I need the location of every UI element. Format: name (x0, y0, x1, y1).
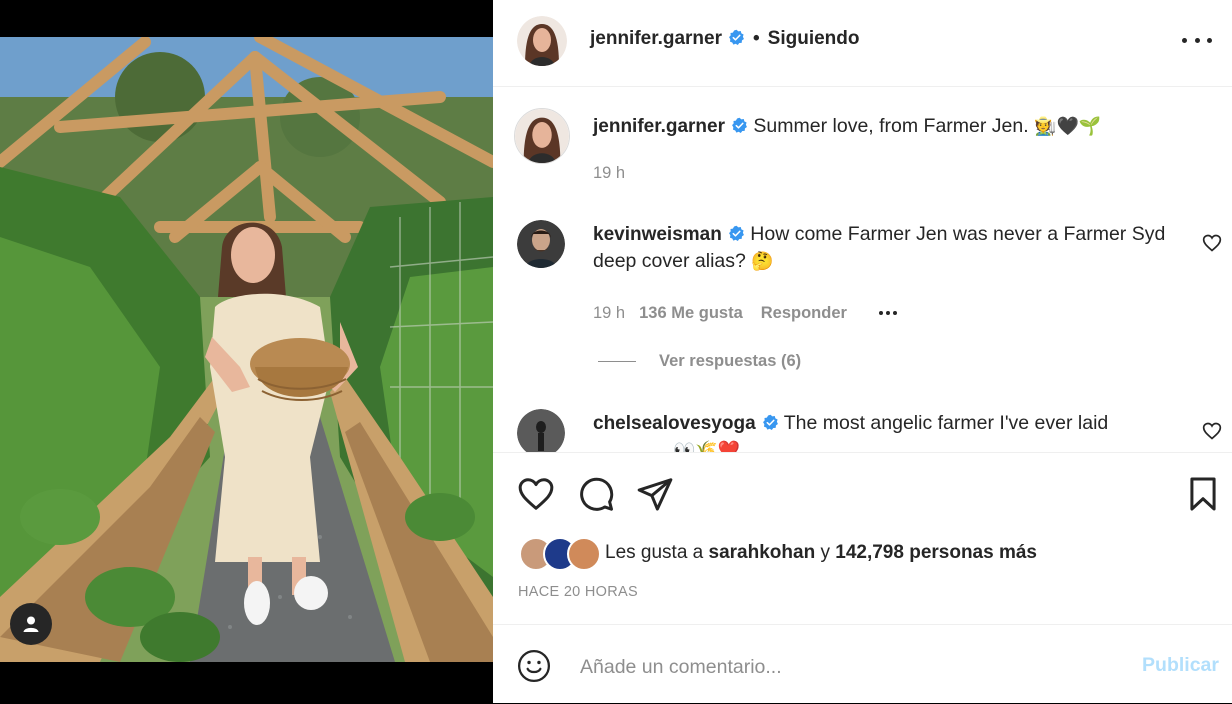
reply-button[interactable]: Responder (761, 304, 847, 322)
comments-list[interactable]: jennifer.garner Summer love, from Farmer… (493, 87, 1232, 452)
caption-author[interactable]: jennifer.garner (593, 116, 725, 137)
instagram-post-view: jennifer.garner • Siguiendo jennifer.gar… (0, 0, 1232, 703)
verified-icon (729, 29, 744, 45)
comment-emoji: 🤔 (751, 251, 774, 272)
comment-input[interactable] (578, 651, 1102, 683)
comment-likes-count[interactable]: 136 Me gusta (639, 304, 743, 322)
heart-icon[interactable] (517, 475, 555, 513)
post-photo[interactable] (0, 37, 493, 662)
more-options-button[interactable] (1182, 30, 1212, 50)
post-header: jennifer.garner • Siguiendo (493, 0, 1232, 87)
post-side-panel: jennifer.garner • Siguiendo jennifer.gar… (493, 0, 1232, 703)
liker-avatars[interactable] (519, 537, 601, 571)
comment-like-icon[interactable] (1202, 233, 1222, 253)
bookmark-icon[interactable] (1184, 475, 1222, 513)
comment-text: The most angelic farmer I've ever laid (783, 412, 1109, 434)
header-separator: • (753, 28, 760, 49)
share-icon[interactable] (636, 475, 674, 513)
post-media (0, 0, 493, 703)
likes-connector: y (820, 542, 830, 563)
likes-user[interactable]: sarahkohan (709, 542, 816, 564)
comment-icon[interactable] (577, 475, 615, 513)
likes-prefix: Les gusta a (605, 542, 704, 563)
liker-avatar (567, 537, 601, 571)
author-username[interactable]: jennifer.garner (590, 28, 722, 49)
comment-like-icon[interactable] (1202, 421, 1222, 441)
comment-emoji: 👀🌾❤️ (673, 440, 741, 452)
verified-icon (762, 414, 778, 430)
user-tag-icon (23, 616, 39, 632)
caption-author-avatar[interactable] (514, 108, 570, 164)
view-replies-button[interactable]: Ver respuestas (6) (598, 352, 801, 371)
commenter-username[interactable]: chelsealovesyoga (593, 413, 756, 434)
caption-time[interactable]: 19 h (593, 164, 625, 183)
tagged-users-button[interactable] (10, 603, 52, 645)
verified-icon (732, 117, 747, 133)
commenter-avatar[interactable] (517, 220, 565, 268)
caption-text: Summer love, from Farmer Jen. (753, 115, 1029, 137)
emoji-icon[interactable] (517, 649, 551, 683)
caption-emojis: 🧑‍🌾🖤🌱 (1034, 116, 1102, 137)
likes-summary: Les gusta a sarahkohan y 142,798 persona… (519, 537, 1037, 571)
comment-options-icon[interactable] (878, 301, 900, 320)
commenter-avatar[interactable] (517, 409, 565, 452)
action-bar (493, 452, 1232, 533)
comment-time[interactable]: 19 h (593, 304, 625, 322)
add-comment-bar: Publicar (493, 624, 1232, 704)
verified-icon (728, 225, 744, 241)
author-avatar[interactable] (517, 16, 567, 66)
view-replies-label: Ver respuestas (6) (659, 352, 802, 370)
publish-button[interactable]: Publicar (1142, 654, 1219, 677)
commenter-username[interactable]: kevinweisman (593, 224, 722, 245)
more-icon (1182, 37, 1187, 43)
post-date[interactable]: HACE 20 HORAS (518, 584, 638, 600)
likes-count[interactable]: 142,798 personas más (835, 542, 1037, 564)
follow-status-button[interactable]: Siguiendo (768, 28, 860, 49)
